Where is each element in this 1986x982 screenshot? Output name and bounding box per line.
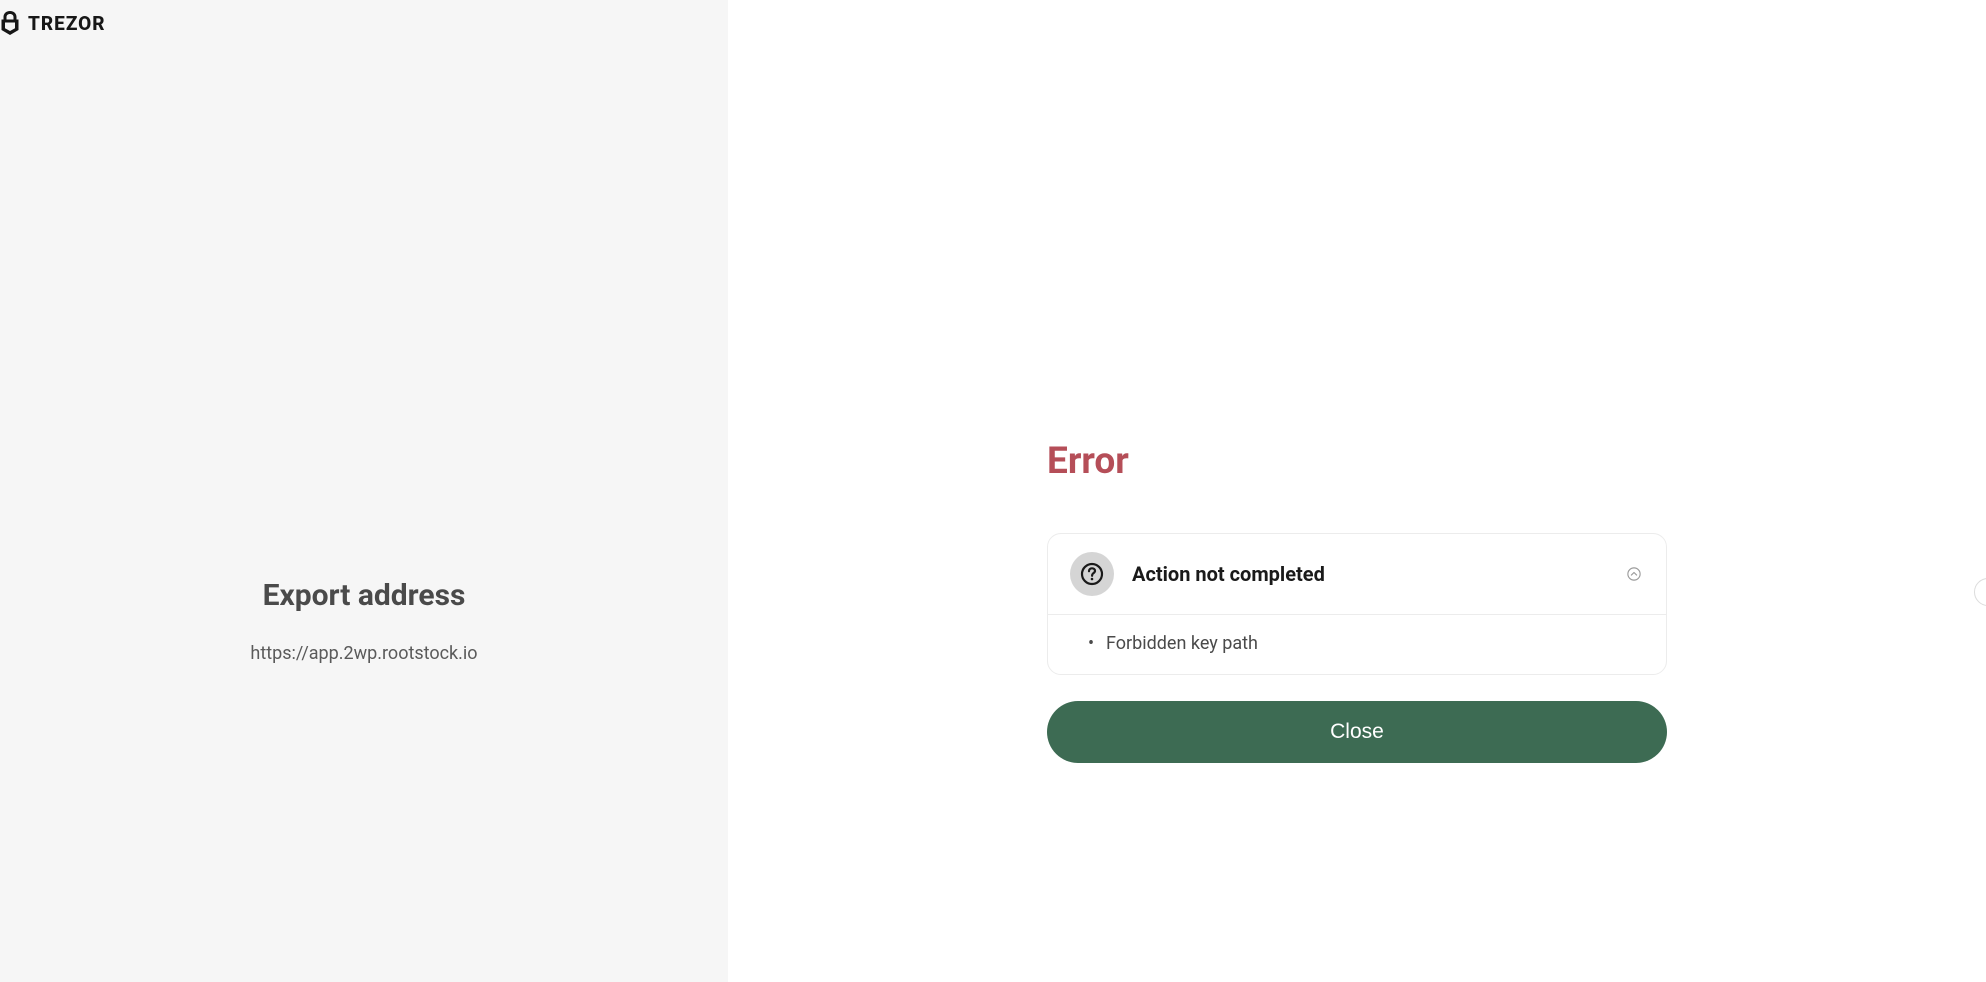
brand-name: TREZOR xyxy=(28,12,106,35)
close-button[interactable]: Close xyxy=(1047,701,1667,763)
export-address-title: Export address xyxy=(250,578,477,613)
error-card-header[interactable]: Action not completed xyxy=(1048,534,1666,615)
question-icon xyxy=(1070,552,1114,596)
error-block: Error Action not completed xyxy=(1047,440,1667,763)
error-card-body: Forbidden key path xyxy=(1048,615,1666,674)
trezor-lock-icon xyxy=(0,10,20,36)
error-card-title: Action not completed xyxy=(1132,562,1325,586)
brand-logo: TREZOR xyxy=(0,10,106,36)
right-panel: Error Action not completed xyxy=(728,0,1986,982)
left-panel: TREZOR Export address https://app.2wp.ro… xyxy=(0,0,728,982)
error-list: Forbidden key path xyxy=(1088,633,1638,654)
chevron-up-icon[interactable] xyxy=(1626,566,1642,582)
left-content: Export address https://app.2wp.rootstock… xyxy=(250,578,477,664)
error-card: Action not completed Forbidden key path xyxy=(1047,533,1667,675)
side-bubble xyxy=(1974,578,1986,606)
error-list-item: Forbidden key path xyxy=(1088,633,1638,654)
error-heading: Error xyxy=(1047,440,1667,483)
origin-url: https://app.2wp.rootstock.io xyxy=(250,643,477,664)
